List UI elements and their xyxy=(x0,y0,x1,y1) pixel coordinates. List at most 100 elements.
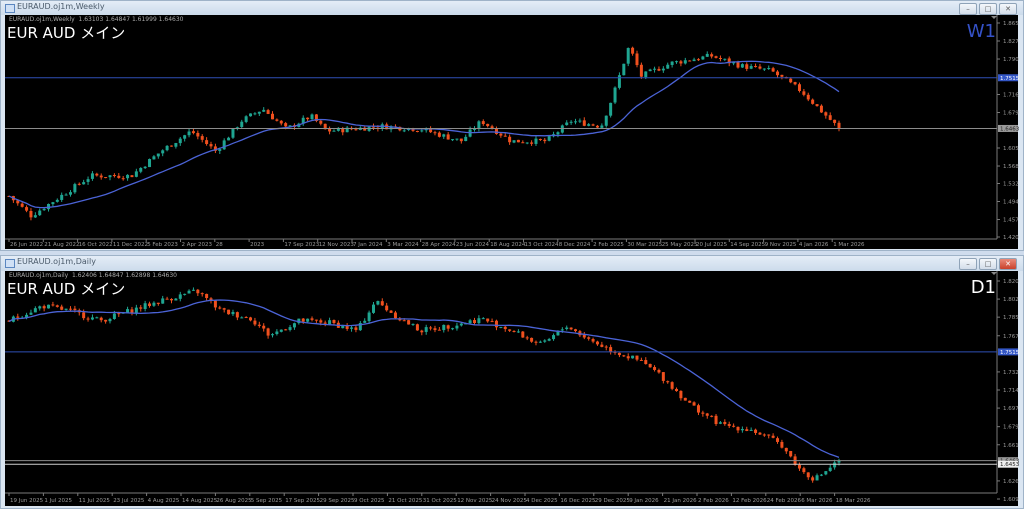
maximize-button[interactable]: □ xyxy=(979,3,997,15)
candle-body xyxy=(776,71,780,76)
candle-body xyxy=(767,434,771,436)
maximize-button[interactable]: □ xyxy=(979,258,997,270)
date-tick-label: 28 Apr 2024 xyxy=(422,242,457,248)
candle-body xyxy=(657,370,661,373)
candle-body xyxy=(512,140,516,143)
candle-body xyxy=(310,318,314,320)
candle-body xyxy=(459,138,463,142)
candle-body xyxy=(468,320,472,324)
candle-body xyxy=(547,338,551,341)
weekly-title-bar[interactable]: EURAUD.oj1m,Weekly – □ ✕ xyxy=(1,1,1023,15)
candle-body xyxy=(718,57,722,59)
date-tick-label: 14 Aug 2025 xyxy=(182,498,218,504)
candle-body xyxy=(196,289,200,294)
price-tick-label: 1.79050 xyxy=(1003,57,1019,63)
candle-body xyxy=(183,293,187,295)
candle-body xyxy=(503,135,507,137)
candle-body xyxy=(152,302,156,306)
daily-candlestick-chart[interactable]: 1.82020 1.80270 1.78520 1.76720 1.73220 1.714… xyxy=(5,271,1019,506)
candle-body xyxy=(262,109,266,112)
candle-body xyxy=(508,329,512,331)
candle-body xyxy=(569,327,573,330)
candle-body xyxy=(534,138,538,144)
candle-body xyxy=(420,330,424,333)
date-tick-label: 12 Feb 2026 xyxy=(732,498,767,504)
candle-body xyxy=(389,310,393,313)
date-tick-label: 26 Aug 2025 xyxy=(216,498,252,504)
symbol-label: EUR AUD メイン xyxy=(7,24,126,42)
candle-body xyxy=(762,434,766,436)
candle-body xyxy=(319,320,323,323)
candle-body xyxy=(455,325,459,329)
candle-body xyxy=(178,138,182,144)
candle-body xyxy=(402,130,406,132)
date-tick-label: 29 Dec 2025 xyxy=(595,498,631,504)
candle-body xyxy=(771,435,775,438)
candle-body xyxy=(675,388,679,392)
candle-body xyxy=(139,167,143,172)
daily-chart-area[interactable]: 1.82020 1.80270 1.78520 1.76720 1.73220 1.714… xyxy=(5,271,1019,506)
price-tick-label: 1.66170 xyxy=(1003,443,1019,449)
candle-body xyxy=(446,134,450,140)
candle-body xyxy=(819,105,823,113)
candle-body xyxy=(191,131,195,134)
daily-title-bar[interactable]: EURAUD.oj1m,Daily – □ ✕ xyxy=(1,256,1023,271)
candle-body xyxy=(411,323,415,325)
candle-body xyxy=(736,62,740,68)
date-tick-label: 21 Aug 2022 xyxy=(44,242,79,248)
candle-body xyxy=(600,125,604,128)
candle-body xyxy=(582,120,586,126)
candle-body xyxy=(148,303,152,307)
candle-body xyxy=(521,142,525,144)
candle-body xyxy=(112,313,116,320)
minimize-button[interactable]: – xyxy=(959,258,977,270)
candle-body xyxy=(139,307,143,309)
candle-body xyxy=(538,341,542,343)
candle-body xyxy=(51,304,55,306)
date-tick-label: 2 Feb 2025 xyxy=(593,242,624,248)
close-button[interactable]: ✕ xyxy=(999,258,1017,270)
date-tick-label: 2 Feb 2026 xyxy=(698,498,729,504)
candle-body xyxy=(705,413,709,416)
date-tick-label: 12 Nov 2023 xyxy=(319,242,355,248)
candle-body xyxy=(16,316,20,318)
weekly-chart-area[interactable]: 1.86530 1.82790 1.79050 1.71680 1.67940 1.605… xyxy=(5,15,1019,249)
candle-body xyxy=(213,300,217,308)
daily-chart-window: EURAUD.oj1m,Daily – □ ✕ 1.820201.802701.… xyxy=(0,255,1024,509)
candle-body xyxy=(437,329,441,331)
candle-body xyxy=(745,64,749,69)
candle-body xyxy=(152,156,156,160)
weekly-candlestick-chart[interactable]: 1.86530 1.82790 1.79050 1.71680 1.67940 1.605… xyxy=(5,15,1019,249)
candle-body xyxy=(60,306,64,310)
candle-body xyxy=(793,82,797,85)
candle-body xyxy=(802,91,806,95)
candle-body xyxy=(661,372,665,381)
candle-body xyxy=(108,175,112,178)
candle-body xyxy=(161,298,165,304)
candle-body xyxy=(569,121,573,123)
candle-body xyxy=(328,128,332,132)
candle-body xyxy=(161,150,165,154)
date-tick-label: 11 Jul 2025 xyxy=(79,498,111,504)
candle-body xyxy=(376,301,380,305)
window-title: EURAUD.oj1m,Daily xyxy=(17,257,96,266)
candle-body xyxy=(622,355,626,357)
chart-window-icon xyxy=(5,259,15,268)
minimize-button[interactable]: – xyxy=(959,3,977,15)
candle-body xyxy=(47,304,51,309)
close-button[interactable]: ✕ xyxy=(999,3,1017,15)
candle-body xyxy=(811,99,815,104)
candle-body xyxy=(565,327,569,330)
candle-body xyxy=(666,381,670,383)
candle-body xyxy=(565,122,569,126)
timeframe-label: D1 xyxy=(970,277,996,298)
candle-body xyxy=(661,68,665,71)
candle-body xyxy=(433,328,437,331)
date-tick-label: 11 Dec 2022 xyxy=(113,242,148,248)
candle-body xyxy=(222,140,226,150)
candle-body xyxy=(82,182,86,185)
candle-body xyxy=(306,318,310,322)
candle-body xyxy=(740,428,744,431)
candle-body xyxy=(227,309,231,315)
candle-body xyxy=(714,56,718,58)
